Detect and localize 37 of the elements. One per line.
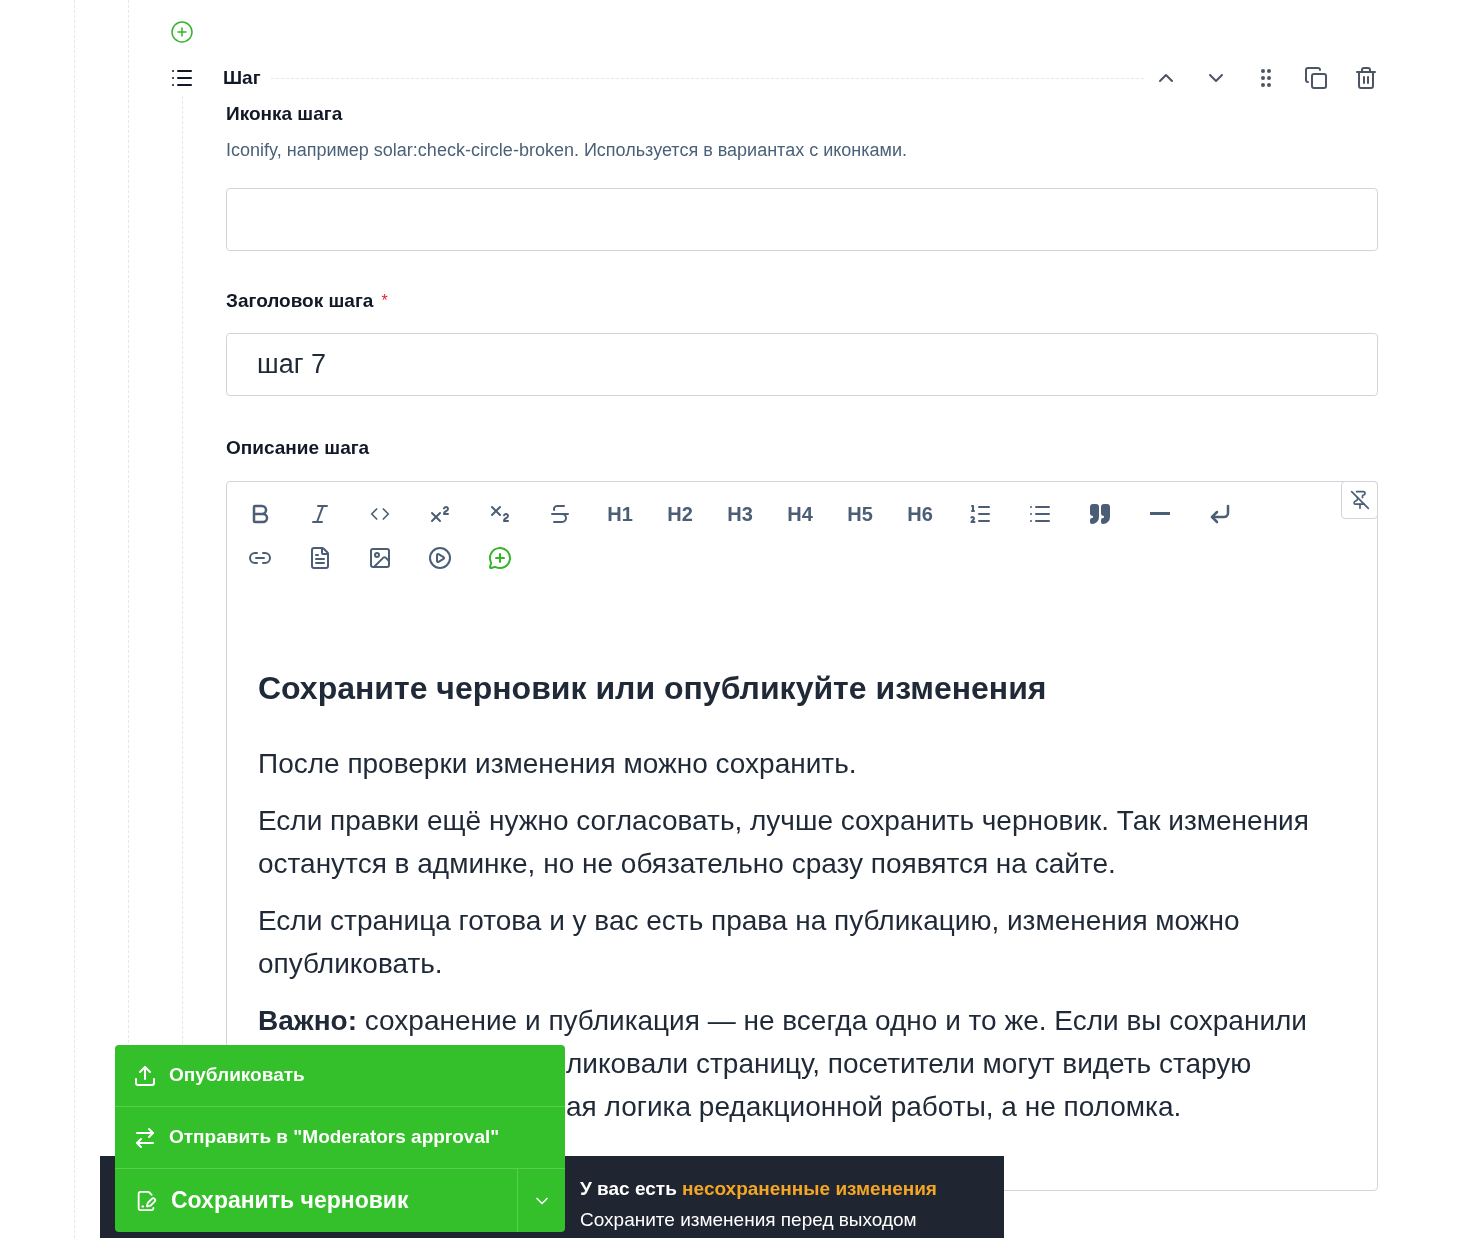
unsaved-notice-title: У вас есть несохраненные изменения bbox=[580, 1177, 937, 1201]
delete-icon[interactable] bbox=[1354, 66, 1378, 90]
field-label: Описание шага bbox=[226, 436, 371, 460]
editor-paragraph: Если правки ещё нужно согласовать, лучше сохранить черновик. Так изменения останутся в админке, но не обязательно сразу появятся на сайте. bbox=[258, 803, 1310, 881]
unpin-icon bbox=[1349, 489, 1370, 510]
field-label: Заголовок шага bbox=[226, 288, 374, 313]
horizontal-rule-icon bbox=[1150, 512, 1170, 515]
editor-paragraph-line: Важно: сохранение и публикация — не всегда одно и то же. Если вы сохранили bbox=[258, 1003, 1308, 1038]
step-title: Шаг bbox=[223, 65, 261, 90]
transfer-icon bbox=[133, 1125, 157, 1150]
editor-paragraph: Если страница готова и у вас есть права на публикацию, изменения можно опубликовать. bbox=[258, 903, 1241, 981]
field-label: Иконка шага bbox=[226, 102, 343, 126]
editor-heading: Сохраните черновик или опубликуйте изменения bbox=[258, 668, 1048, 708]
text-field[interactable] bbox=[226, 187, 1378, 251]
heading-button[interactable]: H3 bbox=[710, 491, 770, 536]
unpin-toolbar-button[interactable] bbox=[1341, 480, 1378, 519]
play-icon bbox=[428, 545, 452, 570]
editor-paragraph-line: ликовали страницу, посетители могут видеть старую bbox=[566, 1046, 1253, 1081]
heading-button[interactable]: H5 bbox=[830, 491, 890, 536]
comment-plus-icon bbox=[488, 545, 512, 570]
editor-paragraph: После проверки изменения можно сохранить. bbox=[258, 746, 858, 781]
unsaved-notice-subtitle: Сохраните изменения перед выходом bbox=[580, 1208, 918, 1232]
quote-icon bbox=[1088, 501, 1112, 526]
duplicate-icon[interactable] bbox=[1304, 66, 1328, 90]
heading-button[interactable]: H1 bbox=[590, 491, 650, 536]
required-mark: * bbox=[381, 290, 388, 311]
field-hint: Iconify, например solar:check-circle-broken. Используется в вариантах с иконками. bbox=[226, 138, 908, 162]
heading-button[interactable]: H2 bbox=[650, 491, 710, 536]
upload-icon bbox=[133, 1063, 157, 1088]
text-field[interactable]: шаг 7 bbox=[226, 333, 1378, 396]
editor-paragraph-line: ая логика редакционной работы, а не поломка. bbox=[566, 1089, 1183, 1124]
document-icon bbox=[308, 545, 332, 570]
heading-button[interactable]: H4 bbox=[770, 491, 830, 536]
add-icon[interactable] bbox=[170, 20, 194, 44]
image-icon bbox=[368, 545, 392, 570]
draft-icon bbox=[135, 1189, 157, 1212]
heading-button[interactable]: H6 bbox=[890, 491, 950, 536]
